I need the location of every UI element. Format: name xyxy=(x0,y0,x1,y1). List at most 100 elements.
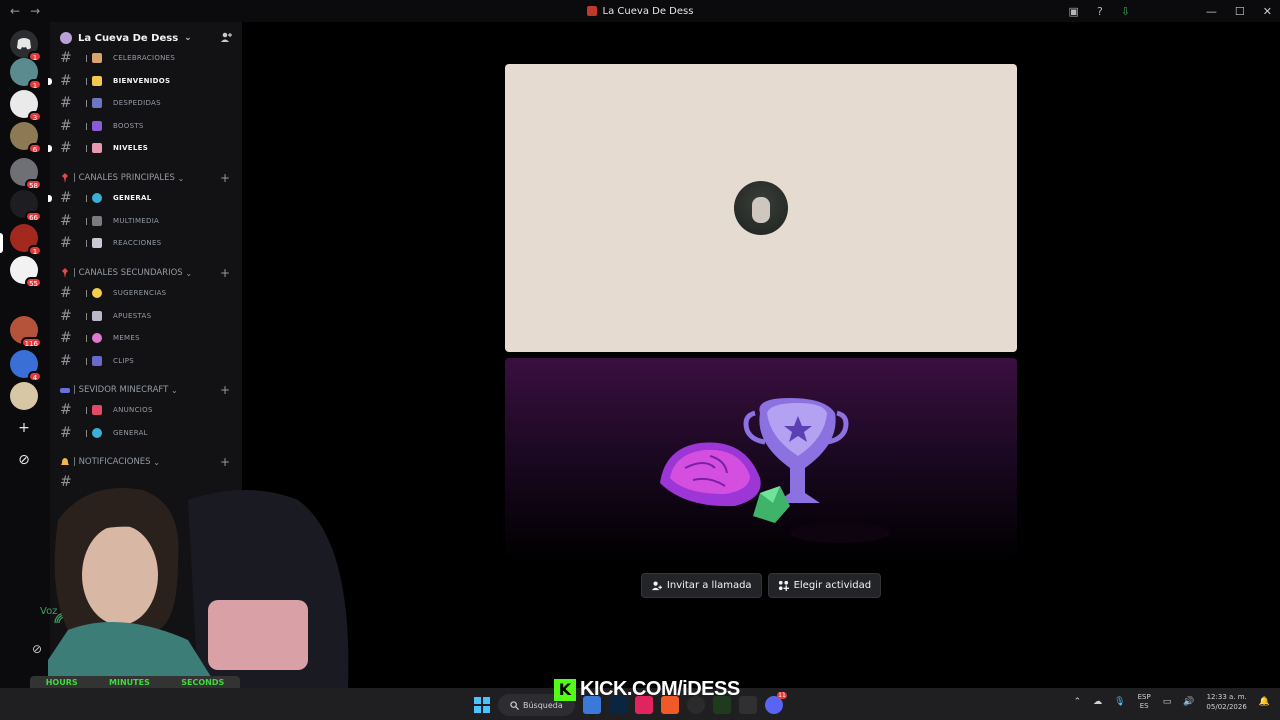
category-name: | CANALES SECUNDARIOS xyxy=(73,268,183,278)
discord-home-icon[interactable]: 1 xyxy=(10,30,42,62)
channel-name: GENERAL xyxy=(113,194,152,202)
windows-start-icon[interactable] xyxy=(474,697,490,713)
invite-to-call-button[interactable]: Invitar a llamada xyxy=(640,573,762,598)
text-channel-icon: # xyxy=(60,425,72,441)
channel-item[interactable]: # GENERAL xyxy=(48,188,242,208)
clapperboard-icon xyxy=(86,355,104,367)
chevron-up-icon[interactable]: ⌃ xyxy=(1074,697,1082,707)
help-icon[interactable]: ? xyxy=(1097,5,1103,18)
text-channel-icon: # xyxy=(60,95,72,111)
text-channel-icon: # xyxy=(60,190,72,206)
kick-logo-icon: K xyxy=(554,678,576,701)
channel-emoji-icon xyxy=(86,215,104,227)
category-name: | SEVIDOR MINECRAFT xyxy=(73,385,169,395)
cloud-icon[interactable]: ☁ xyxy=(1093,697,1102,707)
server-icon[interactable]: 4 xyxy=(10,350,42,382)
channel-item[interactable]: # DESPEDIDAS xyxy=(50,93,242,113)
server-icon[interactable] xyxy=(10,382,38,410)
category-header[interactable]: | SEVIDOR MINECRAFT ⌄ + xyxy=(60,382,240,398)
server-icon[interactable]: 116 xyxy=(10,316,42,348)
seconds-label: SECONDS xyxy=(181,678,225,687)
pin-icon xyxy=(62,268,68,278)
server-icon[interactable]: 6 xyxy=(10,122,42,154)
server-icon[interactable]: 1 xyxy=(10,58,42,90)
invite-member-icon[interactable] xyxy=(220,31,232,46)
globe-icon xyxy=(86,427,104,439)
discord-taskbar-icon[interactable]: 11 xyxy=(764,692,787,714)
pin-icon xyxy=(62,173,68,183)
channel-item[interactable]: # NIVELES xyxy=(48,138,242,158)
server-icon[interactable]: 66 xyxy=(10,190,42,222)
lightbulb-icon xyxy=(86,287,104,299)
channel-item[interactable]: # REACCIONES xyxy=(50,233,242,253)
minimize-button[interactable]: — xyxy=(1206,5,1217,18)
unread-badge: 4 xyxy=(28,371,42,382)
volume-icon[interactable]: 🔊 xyxy=(1183,697,1194,707)
download-icon[interactable]: ⇩ xyxy=(1121,5,1130,18)
webcam-overlay xyxy=(48,480,358,688)
channel-item[interactable]: # MEMES xyxy=(50,328,242,348)
unread-badge: 55 xyxy=(25,277,42,288)
channel-name: MULTIMEDIA xyxy=(113,217,160,225)
hours-label: HOURS xyxy=(45,678,78,687)
discover-icon[interactable]: ⊘ xyxy=(10,446,38,474)
call-actions: Invitar a llamada Elegir actividad xyxy=(505,573,1017,598)
channel-item[interactable]: # CELEBRACIONES xyxy=(50,48,242,68)
add-channel-icon[interactable]: + xyxy=(220,455,230,469)
category-name: | CANALES PRINCIPALES xyxy=(73,173,175,183)
app-icon[interactable] xyxy=(738,696,757,714)
guild-logo-icon xyxy=(586,6,597,16)
category-header[interactable]: | NOTIFICACIONES ⌄ + xyxy=(60,454,240,470)
search-icon xyxy=(510,700,519,710)
add-channel-icon[interactable]: + xyxy=(220,266,230,280)
notification-bell-icon[interactable]: 🔔 xyxy=(1259,697,1270,707)
disconnect-icon[interactable]: ⊘ xyxy=(32,642,42,656)
call-stage: Invitar a llamada Elegir actividad xyxy=(242,22,1280,688)
add-server-button[interactable]: + xyxy=(10,414,38,442)
invite-to-call-label: Invitar a llamada xyxy=(666,580,752,591)
server-icon[interactable]: 58 xyxy=(10,158,42,190)
network-icon[interactable]: ▭ xyxy=(1163,697,1172,707)
close-button[interactable]: ✕ xyxy=(1263,5,1272,18)
participant-tile[interactable] xyxy=(505,64,1017,352)
choose-activity-button[interactable]: Elegir actividad xyxy=(767,573,882,598)
category-header[interactable]: | CANALES SECUNDARIOS ⌄ + xyxy=(60,265,240,281)
channel-item[interactable]: # BOOSTS xyxy=(50,116,242,136)
channel-name: NIVELES xyxy=(113,144,149,152)
add-channel-icon[interactable]: + xyxy=(220,171,230,185)
channel-emoji-icon xyxy=(86,310,104,322)
clock[interactable]: 12:33 a. m. 05/02/2026 xyxy=(1206,692,1246,712)
gamepad-icon xyxy=(60,388,70,393)
category-header[interactable]: | CANALES PRINCIPALES ⌄ + xyxy=(60,170,240,186)
maximize-button[interactable]: ☐ xyxy=(1235,5,1245,18)
search-placeholder: Búsqueda xyxy=(523,700,563,710)
channel-name: CLIPS xyxy=(113,357,135,365)
channel-item[interactable]: # SUGERENCIAS xyxy=(50,283,242,303)
text-channel-icon: # xyxy=(60,235,72,251)
inbox-icon[interactable]: ▣ xyxy=(1069,5,1079,18)
channel-name: DESPEDIDAS xyxy=(113,99,161,107)
unread-badge: 58 xyxy=(25,179,42,190)
channel-item[interactable]: # CLIPS xyxy=(50,351,242,371)
add-channel-icon[interactable]: + xyxy=(220,383,230,397)
channel-item[interactable]: # GENERAL xyxy=(50,423,242,443)
channel-emoji-icon xyxy=(86,237,104,249)
bell-icon xyxy=(61,458,69,465)
channel-emoji-icon xyxy=(86,75,104,87)
unread-badge: 3 xyxy=(28,111,42,122)
minutes-label: MINUTES xyxy=(109,678,150,687)
channel-emoji-icon xyxy=(86,52,104,64)
channel-emoji-icon xyxy=(86,142,104,154)
channel-item[interactable]: # MULTIMEDIA xyxy=(50,211,242,231)
channel-name: SUGERENCIAS xyxy=(113,289,167,297)
server-icon[interactable]: 1 xyxy=(10,224,42,256)
language-indicator[interactable]: ESP ES xyxy=(1138,693,1151,711)
server-icon[interactable]: 3 xyxy=(10,90,42,122)
user-avatar xyxy=(734,181,788,235)
microphone-icon[interactable]: 🎙 xyxy=(1114,697,1125,707)
channel-item[interactable]: # BIENVENIDOS xyxy=(48,71,242,91)
server-icon[interactable]: 55 xyxy=(10,256,42,288)
channel-item[interactable]: # APUESTAS xyxy=(50,306,242,326)
channel-name: BIENVENIDOS xyxy=(113,77,171,85)
channel-item[interactable]: # ANUNCIOS xyxy=(50,400,242,420)
